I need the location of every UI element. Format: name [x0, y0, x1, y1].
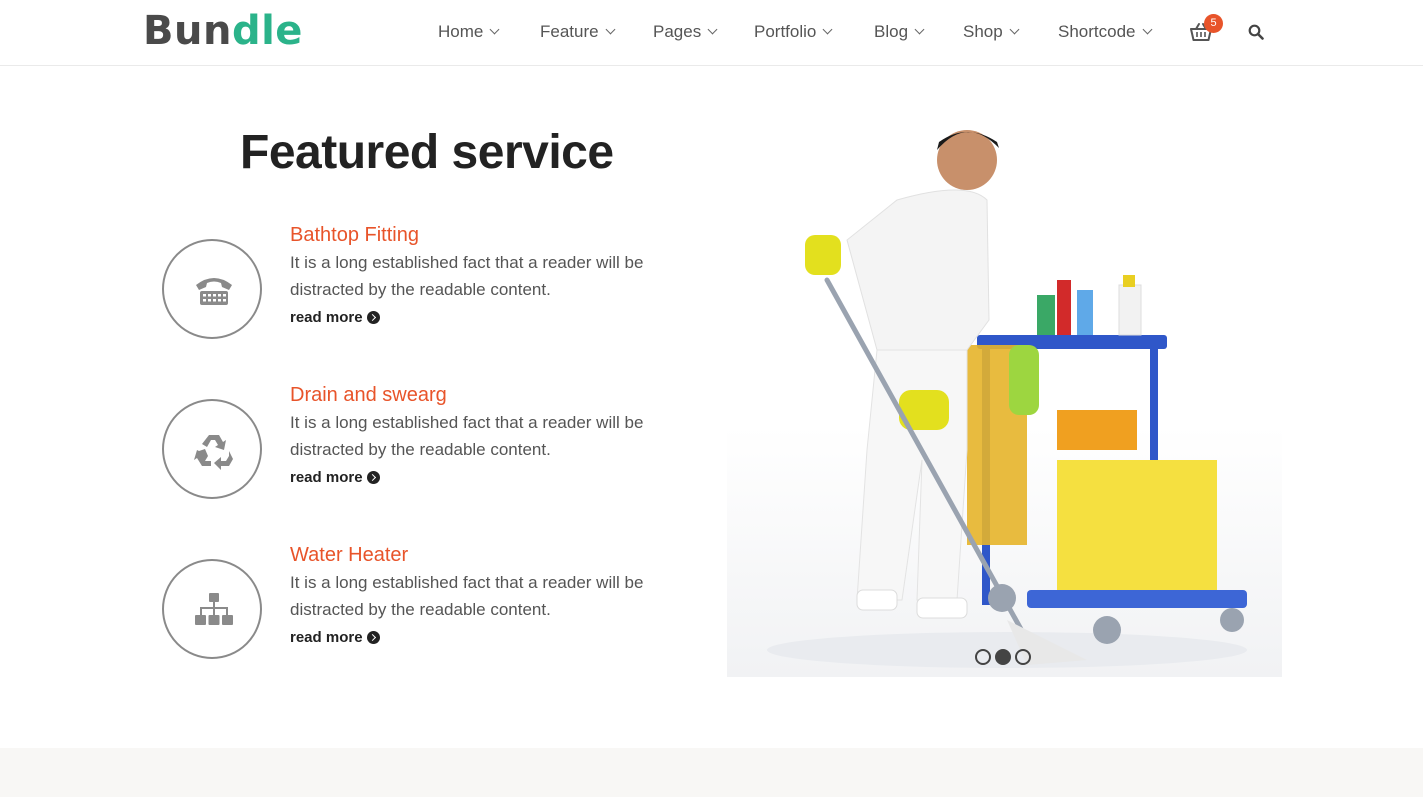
recycle-icon: [162, 399, 262, 499]
nav-item-pages[interactable]: Pages: [653, 22, 718, 42]
service-item: Drain and swearg It is a long establishe…: [162, 382, 702, 522]
chevron-circle-right-icon: [366, 311, 380, 324]
nav-item-shortcode[interactable]: Shortcode: [1058, 22, 1152, 42]
service-description: It is a long established fact that a rea…: [290, 573, 644, 619]
search-icon[interactable]: [1248, 24, 1266, 42]
chevron-down-icon: [822, 24, 833, 35]
nav-item-feature[interactable]: Feature: [540, 22, 616, 42]
slider-dot-active[interactable]: [995, 649, 1011, 665]
service-title[interactable]: Drain and swearg: [290, 383, 447, 407]
chevron-down-icon: [914, 24, 925, 35]
logo-part-2: dle: [231, 8, 303, 54]
next-section-band: [0, 748, 1423, 797]
chevron-circle-right-icon: [366, 631, 380, 644]
chevron-down-icon: [1009, 24, 1020, 35]
slider-pagination: [975, 649, 1031, 665]
nav-item-portfolio[interactable]: Portfolio: [754, 22, 833, 42]
chevron-down-icon: [1142, 24, 1152, 35]
chevron-circle-right-icon: [366, 471, 380, 484]
read-more-link[interactable]: read more: [290, 468, 380, 488]
service-title[interactable]: Water Heater: [290, 543, 408, 567]
service-item: Water Heater It is a long established fa…: [162, 542, 702, 682]
nav-label: Blog: [874, 22, 909, 41]
chevron-down-icon: [605, 24, 616, 35]
chevron-down-icon: [707, 24, 718, 35]
nav-label: Shop: [963, 22, 1003, 41]
section-title: Featured service: [240, 126, 614, 179]
phone-icon: [162, 239, 262, 339]
service-item: Bathtop Fitting It is a long established…: [162, 222, 702, 362]
read-more-link[interactable]: read more: [290, 308, 380, 328]
chevron-down-icon: [489, 24, 500, 35]
logo-part-1: Bun: [143, 8, 232, 54]
nav-item-blog[interactable]: Blog: [874, 22, 925, 42]
service-description: It is a long established fact that a rea…: [290, 253, 644, 299]
site-header: Bundle Home Feature Pages Portfolio Blog…: [0, 0, 1423, 66]
service-title[interactable]: Bathtop Fitting: [290, 223, 419, 247]
nav-item-home[interactable]: Home: [438, 22, 500, 42]
read-more-label: read more: [290, 469, 363, 486]
read-more-label: read more: [290, 629, 363, 646]
slider-dot[interactable]: [1015, 649, 1031, 665]
read-more-link[interactable]: read more: [290, 628, 380, 648]
slider-dot[interactable]: [975, 649, 991, 665]
nav-label: Pages: [653, 22, 702, 41]
nav-label: Home: [438, 22, 484, 41]
cleaner-illustration: [767, 130, 1247, 668]
slider-image: [727, 120, 1282, 677]
nav-item-shop[interactable]: Shop: [963, 22, 1020, 42]
nav-label: Portfolio: [754, 22, 817, 41]
logo[interactable]: Bundle: [143, 8, 303, 54]
service-description: It is a long established fact that a rea…: [290, 413, 644, 459]
nav-label: Shortcode: [1058, 22, 1136, 41]
sitemap-icon: [162, 559, 262, 659]
cart-count-badge: 5: [1204, 14, 1223, 33]
read-more-label: read more: [290, 309, 363, 326]
nav-label: Feature: [540, 22, 599, 41]
